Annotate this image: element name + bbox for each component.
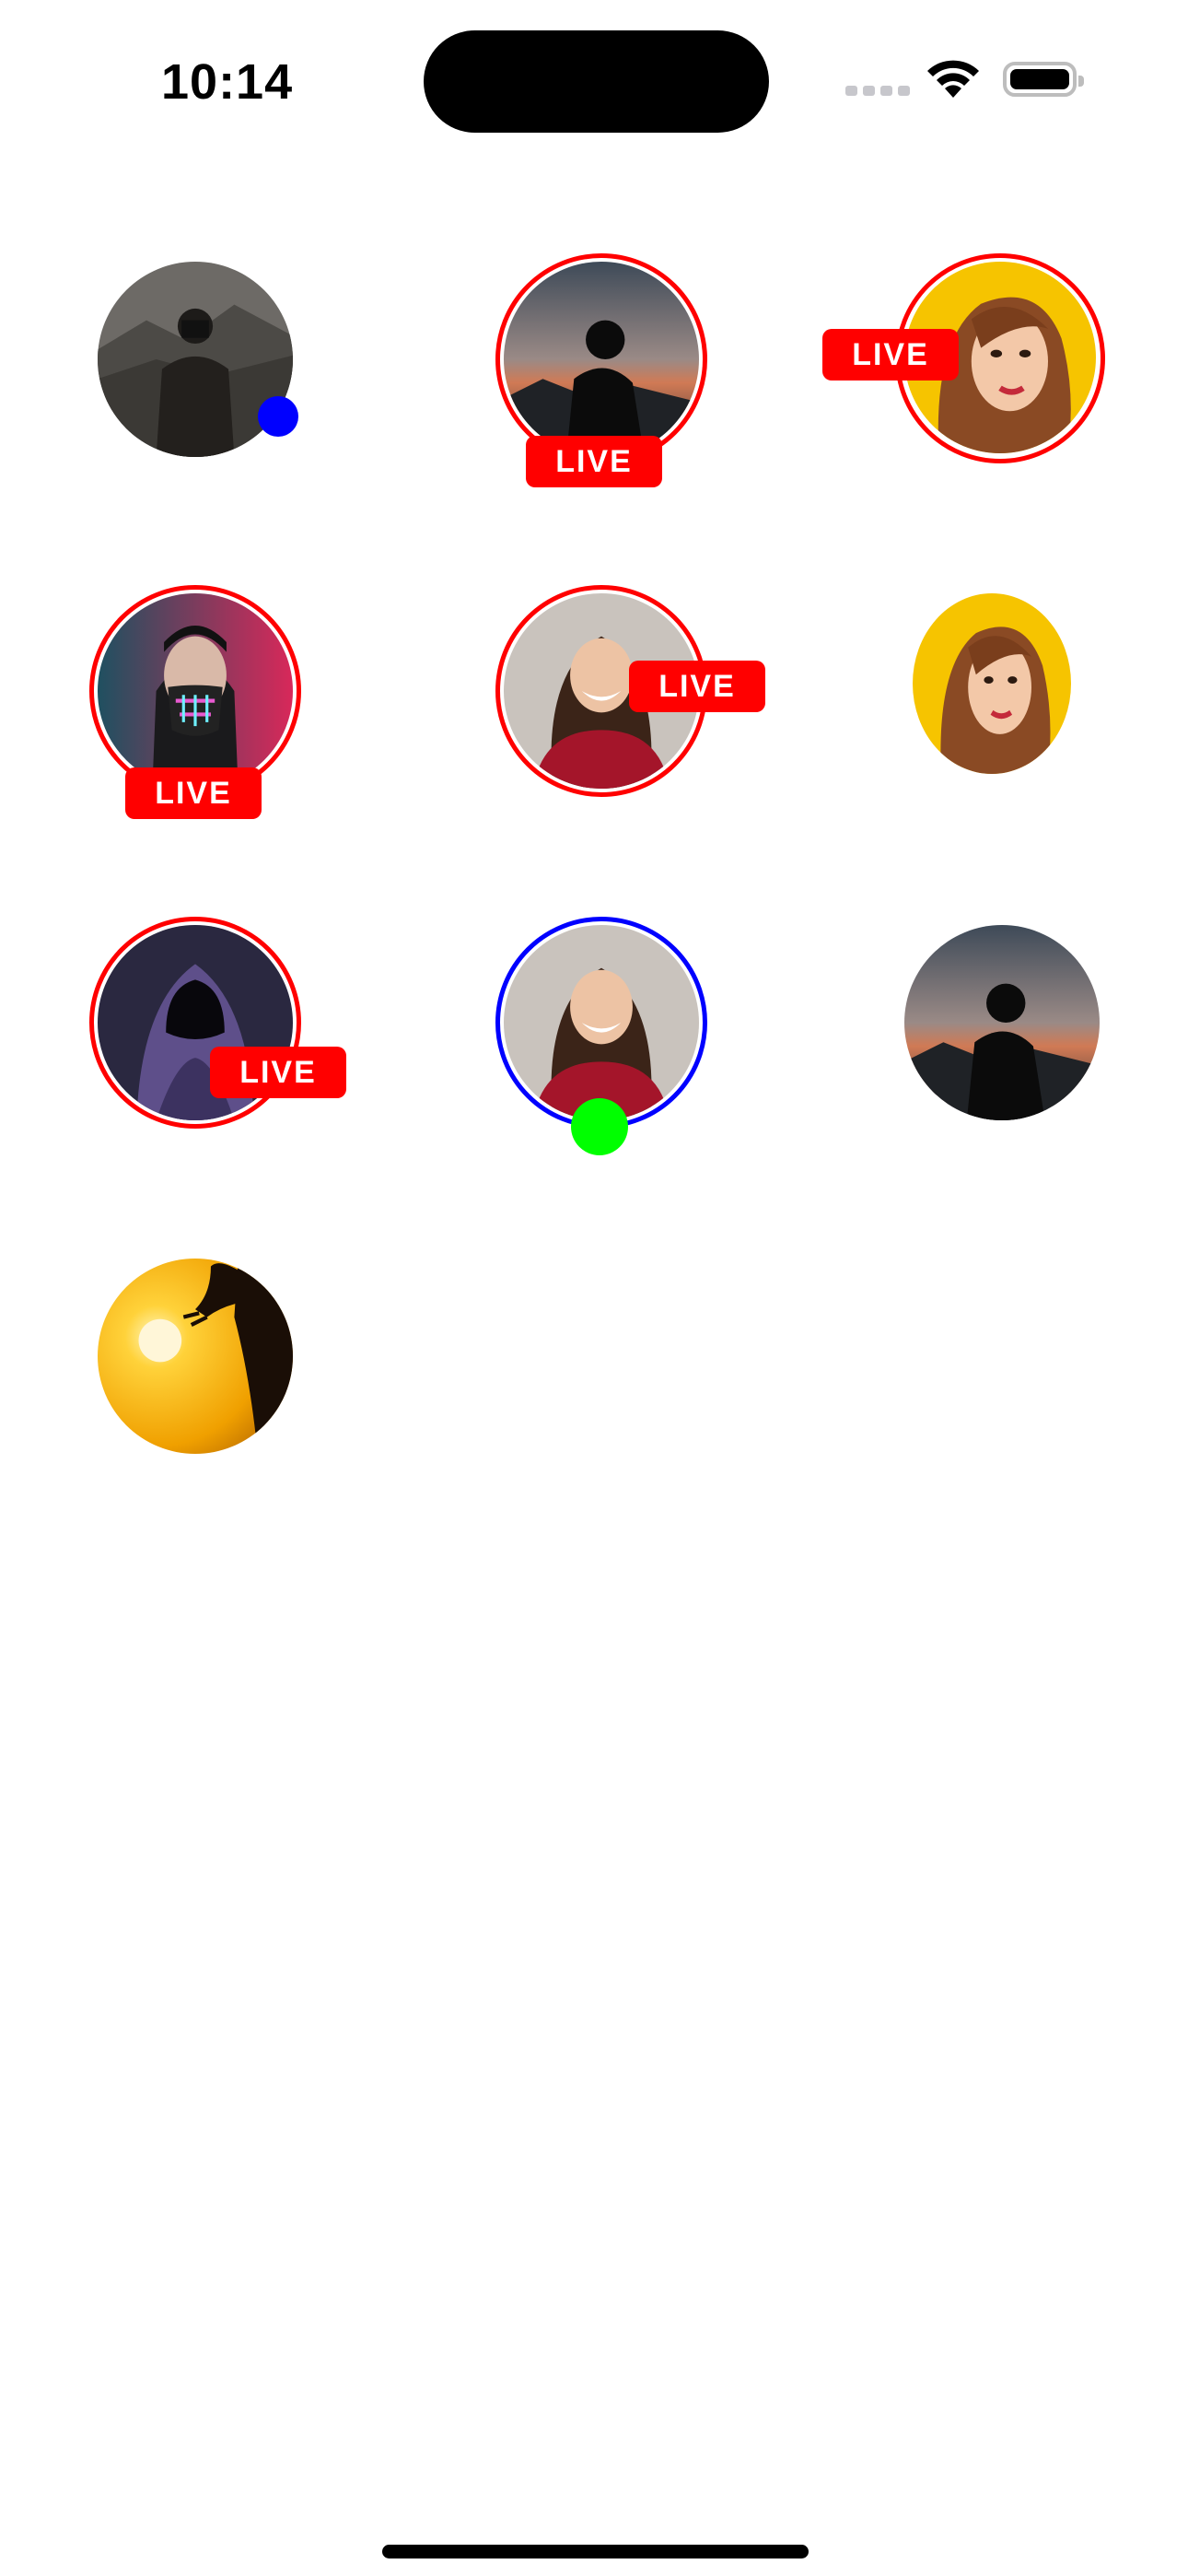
wifi-icon [927, 60, 979, 98]
avatar [98, 1259, 293, 1454]
avatar [913, 593, 1071, 774]
live-badge: LIVE [526, 436, 662, 487]
status-dot [258, 396, 298, 437]
avatar [904, 925, 1100, 1120]
avatar [98, 593, 293, 789]
battery-icon [1003, 62, 1084, 97]
live-badge: LIVE [125, 767, 262, 819]
avatar [504, 925, 699, 1120]
live-badge: LIVE [629, 661, 765, 712]
status-time: 10:14 [161, 54, 294, 110]
dynamic-island [424, 30, 769, 133]
signal-icon [845, 86, 910, 96]
home-indicator[interactable] [382, 2545, 809, 2558]
online-dot [571, 1098, 628, 1155]
live-badge: LIVE [210, 1047, 346, 1098]
avatar [504, 262, 699, 457]
live-badge: LIVE [822, 329, 959, 381]
